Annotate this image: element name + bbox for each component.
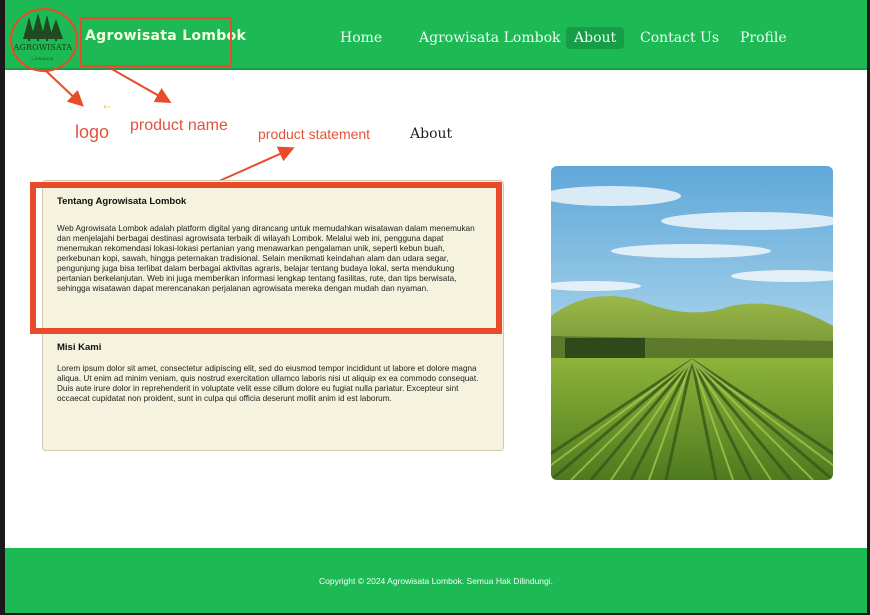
product-statement-annotation-label: product statement — [258, 126, 371, 142]
nav-profile[interactable]: Profile — [740, 27, 787, 49]
nav-home[interactable]: Home — [340, 27, 382, 49]
product-statement-annotation-box — [30, 182, 502, 334]
product-statement-arrow — [216, 146, 295, 183]
section-heading: About — [410, 126, 453, 142]
logo-annotation-label: logo — [75, 122, 110, 142]
footer-copyright: Copyright © 2024 Agrowisata Lombok. Semu… — [319, 576, 553, 586]
arrow-left-icon: ← — [103, 102, 111, 113]
product-name-annotation-label: product name — [130, 117, 228, 134]
card-paragraph-mission: Lorem ipsum dolor sit amet, consectetur … — [57, 364, 479, 403]
vineyard-image — [551, 166, 833, 480]
nav-about[interactable]: About — [566, 27, 625, 49]
product-name-arrow — [109, 67, 172, 103]
vineyard-illustration — [551, 166, 833, 480]
page: AGROWISATA LOMBOK Agrowisata Lombok Home… — [5, 0, 867, 613]
nav-agrowisata-lombok[interactable]: Agrowisata Lombok — [419, 27, 560, 49]
logo-annotation-circle — [10, 8, 78, 72]
nav-contact-us[interactable]: Contact Us — [640, 27, 719, 49]
product-name-annotation-box — [80, 17, 232, 67]
card-heading-mission: Misi Kami — [57, 342, 102, 353]
footer: Copyright © 2024 Agrowisata Lombok. Semu… — [5, 548, 867, 613]
logo-arrow — [44, 69, 84, 107]
